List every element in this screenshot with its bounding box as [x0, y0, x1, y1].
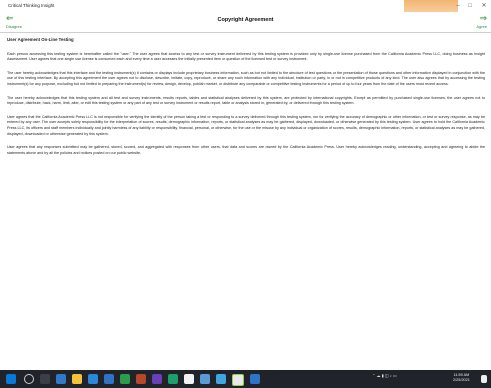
app-icon[interactable]: [250, 374, 260, 384]
clock-date: 2/25/2021: [453, 378, 470, 382]
divider: [0, 32, 491, 33]
disagree-label: Disagree: [6, 24, 23, 29]
search-icon[interactable]: [24, 374, 34, 384]
file-explorer-icon[interactable]: [72, 374, 82, 384]
taskbar: ⌃ ☁ ▮ ◫ ♪ ▭ 11:59 AM 2/25/2021: [0, 370, 491, 388]
clock[interactable]: 11:59 AM 2/25/2021: [453, 373, 470, 383]
agreement-heading: User Agreement On-Line Testing: [7, 37, 74, 42]
task-view-icon[interactable]: [40, 374, 50, 384]
notifications-icon[interactable]: [481, 375, 487, 383]
word-icon[interactable]: [104, 374, 114, 384]
app-icon[interactable]: [200, 374, 210, 384]
agree-label: Agree: [476, 24, 487, 29]
app-icon[interactable]: [216, 374, 226, 384]
edge-icon[interactable]: [56, 374, 66, 384]
agreement-paragraph: User agrees that the California Academic…: [7, 114, 485, 136]
excel-icon[interactable]: [120, 374, 130, 384]
close-button[interactable]: ✕: [477, 1, 491, 11]
start-icon[interactable]: [6, 374, 16, 384]
active-app-icon[interactable]: [232, 374, 244, 386]
agreement-content: User Agreement On-Line Testing Each pers…: [7, 37, 485, 164]
page-title: Copyright Agreement: [217, 17, 274, 23]
agreement-paragraph: The user hereby acknowledges that this i…: [7, 70, 485, 86]
powerpoint-icon[interactable]: [136, 374, 146, 384]
app-title: Critical Thinking Insight: [8, 3, 55, 8]
agreement-paragraph: User agrees that any responses submitted…: [7, 145, 485, 155]
store-icon[interactable]: [88, 374, 98, 384]
chrome-icon[interactable]: [184, 374, 194, 384]
maximize-button[interactable]: □: [463, 1, 477, 11]
tray-icons[interactable]: ⌃ ☁ ▮ ◫ ♪ ▭: [372, 373, 397, 378]
onenote-icon[interactable]: [152, 374, 162, 384]
agreement-paragraph: Each person accessing this testing syste…: [7, 51, 485, 62]
app-icon[interactable]: [168, 374, 178, 384]
agreement-paragraph: The user hereby acknowledges that this t…: [7, 95, 485, 106]
title-bar: Critical Thinking Insight – □ ✕: [0, 0, 491, 12]
titlebar-accent: [404, 0, 458, 12]
